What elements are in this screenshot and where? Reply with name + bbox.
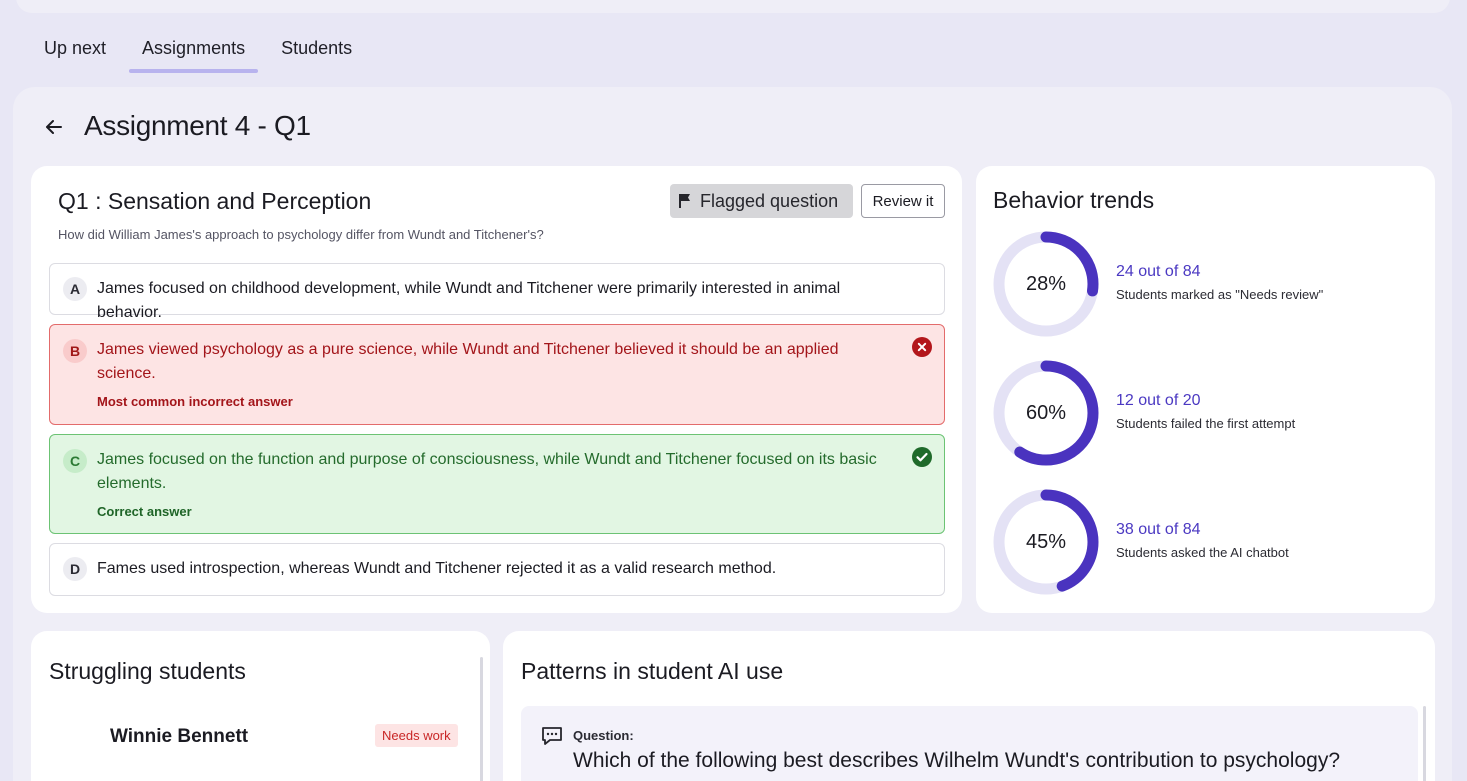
struggling-students-card: Struggling students Winnie Bennett Needs… [31,631,490,781]
top-header-strip [16,0,1450,13]
trend-count: 12 out of 20 [1116,392,1201,409]
trend-count: 38 out of 84 [1116,521,1201,538]
answer-option-b[interactable]: B James viewed psychology as a pure scie… [49,324,945,425]
trend-percent: 60% [1025,401,1067,424]
trend-description: Students marked as "Needs review" [1116,287,1324,302]
trend-description: Students failed the first attempt [1116,416,1296,431]
incorrect-answer-note: Most common incorrect answer [97,394,293,409]
chat-bubble-icon [542,727,562,745]
option-letter: A [63,277,87,301]
tab-students[interactable]: Students [281,36,352,73]
pattern-question-text: Which of the following best describes Wi… [573,749,1340,772]
option-text: James viewed psychology as a pure scienc… [97,341,839,382]
page-title: Assignment 4 - Q1 [84,110,311,141]
answer-option-c[interactable]: C James focused on the function and purp… [49,434,945,534]
trend-needs-review: 28% 24 out of 84 Students marked as "Nee… [993,231,1413,337]
struggling-students-title: Struggling students [49,658,246,684]
trend-percent: 45% [1025,530,1067,553]
answer-option-a[interactable]: A James focused on childhood development… [49,263,945,321]
back-arrow-icon[interactable] [42,115,66,139]
behavior-trends-card: Behavior trends 28% 24 out of 84 Student… [976,166,1435,613]
trend-asked-chatbot: 45% 38 out of 84 Students asked the AI c… [993,489,1413,595]
incorrect-x-icon [912,337,932,357]
pattern-question-box: Question: Which of the following best de… [521,706,1418,781]
option-letter: C [63,449,87,473]
flagged-question-button[interactable]: Flagged question [670,184,853,218]
status-badge: Needs work [375,724,458,747]
review-it-button[interactable]: Review it [861,184,945,218]
trend-failed-first-attempt: 60% 12 out of 20 Students failed the fir… [993,360,1413,466]
flagged-question-label: Flagged question [700,190,839,211]
question-prompt: How did William James's approach to psyc… [58,227,544,242]
correct-check-icon [912,447,932,467]
tab-bar: Up next Assignments Students [44,36,388,73]
trend-description: Students asked the AI chatbot [1116,545,1289,560]
scrollbar[interactable] [480,657,483,781]
ai-use-patterns-card: Patterns in student AI use Question: Whi… [503,631,1435,781]
flag-icon [679,194,690,208]
tab-up-next[interactable]: Up next [44,36,106,73]
question-card: Q1 : Sensation and Perception How did Wi… [31,166,962,613]
trend-percent: 28% [1025,272,1067,295]
trend-count: 24 out of 84 [1116,263,1201,280]
student-name[interactable]: Winnie Bennett [110,726,248,748]
option-text: Fames used introspection, whereas Wundt … [97,560,777,577]
answer-option-d[interactable]: D Fames used introspection, whereas Wund… [49,543,945,596]
option-text: James focused on the function and purpos… [97,451,877,492]
scrollbar[interactable] [1423,706,1426,781]
option-text: James focused on childhood development, … [97,280,841,321]
question-title: Q1 : Sensation and Perception [58,188,372,214]
option-letter: B [63,339,87,363]
correct-answer-note: Correct answer [97,504,192,519]
ai-use-patterns-title: Patterns in student AI use [521,658,784,684]
option-letter: D [63,557,87,581]
tab-assignments[interactable]: Assignments [129,36,259,73]
question-label: Question: [573,728,634,743]
behavior-trends-title: Behavior trends [993,187,1155,213]
